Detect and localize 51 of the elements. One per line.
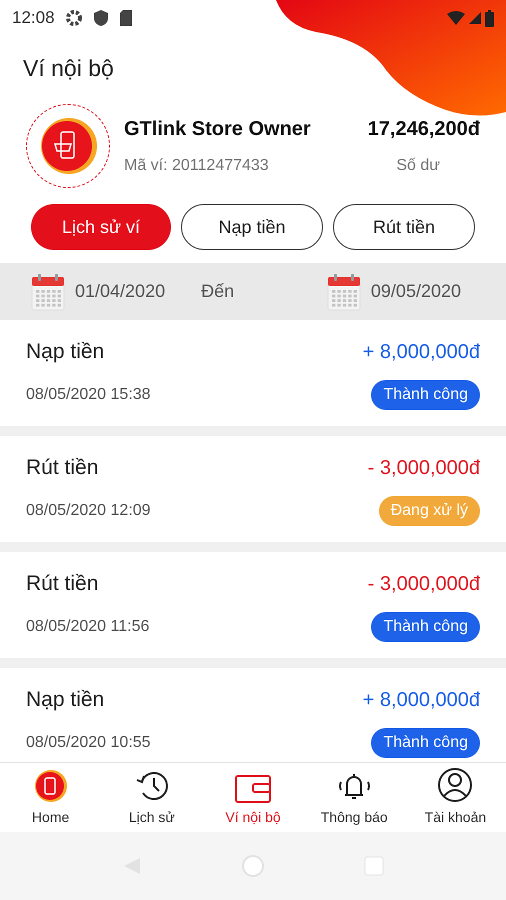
status-badge: Thành công [371, 728, 480, 758]
transaction-card[interactable]: Nạp tiền + 8,000,000đ 08/05/2020 10:55 Thành công [0, 668, 506, 762]
store-name: GTlink Store Owner [124, 117, 311, 142]
wallet-tab[interactable]: Nạp tiền [181, 204, 323, 250]
status-badge: Thành công [371, 380, 480, 410]
nav-tab[interactable]: Tài khoản [404, 763, 506, 832]
home-circle-icon[interactable] [242, 855, 264, 877]
to-date-picker[interactable]: 09/05/2020 [326, 272, 461, 310]
wallet-tab[interactable]: Lịch sử ví [31, 204, 171, 250]
shield-icon [92, 9, 109, 27]
calendar-icon [326, 272, 361, 310]
transaction-time: 08/05/2020 11:56 [26, 616, 150, 636]
wifi-icon [447, 11, 465, 25]
transaction-time: 08/05/2020 10:55 [26, 732, 151, 752]
range-separator: Đến [201, 280, 234, 303]
transaction-amount: - 3,000,000đ [368, 572, 480, 597]
store-logo-icon [34, 769, 68, 803]
battery-icon [485, 10, 494, 26]
transaction-amount: - 3,000,000đ [368, 456, 480, 481]
transaction-amount: + 8,000,000đ [362, 688, 480, 713]
transaction-amount: + 8,000,000đ [362, 340, 480, 365]
wallet-icon [235, 775, 271, 803]
transaction-card[interactable]: Rút tiền - 3,000,000đ 08/05/2020 12:09 Đang xử lý [0, 436, 506, 542]
nav-tab[interactable]: Thông báo [304, 763, 405, 832]
nav-tab[interactable]: Lịch sử [101, 763, 202, 832]
status-time: 12:08 [12, 7, 55, 30]
transaction-type: Rút tiền [26, 571, 98, 597]
transaction-time: 08/05/2020 12:09 [26, 500, 151, 520]
balance-amount: 17,246,200đ [368, 117, 480, 142]
status-badge: Đang xử lý [378, 496, 480, 526]
history-icon [134, 769, 170, 803]
nav-tab[interactable]: Ví nội bộ [202, 763, 304, 832]
wallet-tab[interactable]: Rút tiền [333, 204, 475, 250]
signal-icon [469, 12, 481, 24]
sd-card-icon [118, 9, 133, 27]
wallet-id: Mã ví: 20112477433 [124, 156, 269, 176]
transaction-type: Nạp tiền [26, 687, 104, 713]
from-date-picker[interactable]: 01/04/2020 [31, 272, 166, 310]
transaction-time: 08/05/2020 15:38 [26, 384, 151, 404]
transaction-type: Nạp tiền [26, 339, 104, 365]
balance-label: Số dư [396, 156, 440, 176]
status-badge: Thành công [371, 612, 480, 642]
transaction-card[interactable]: Nạp tiền + 8,000,000đ 08/05/2020 15:38 Thành công [0, 320, 506, 426]
calendar-icon [31, 272, 65, 310]
gear-icon [64, 9, 83, 27]
account-icon [437, 767, 474, 803]
transaction-type: Rút tiền [26, 455, 98, 481]
nav-tab[interactable]: Home [0, 763, 102, 832]
transaction-card[interactable]: Rút tiền - 3,000,000đ 08/05/2020 11:56 Thành công [0, 552, 506, 658]
recents-icon[interactable] [364, 856, 384, 876]
page-title: Ví nội bộ [23, 54, 114, 83]
